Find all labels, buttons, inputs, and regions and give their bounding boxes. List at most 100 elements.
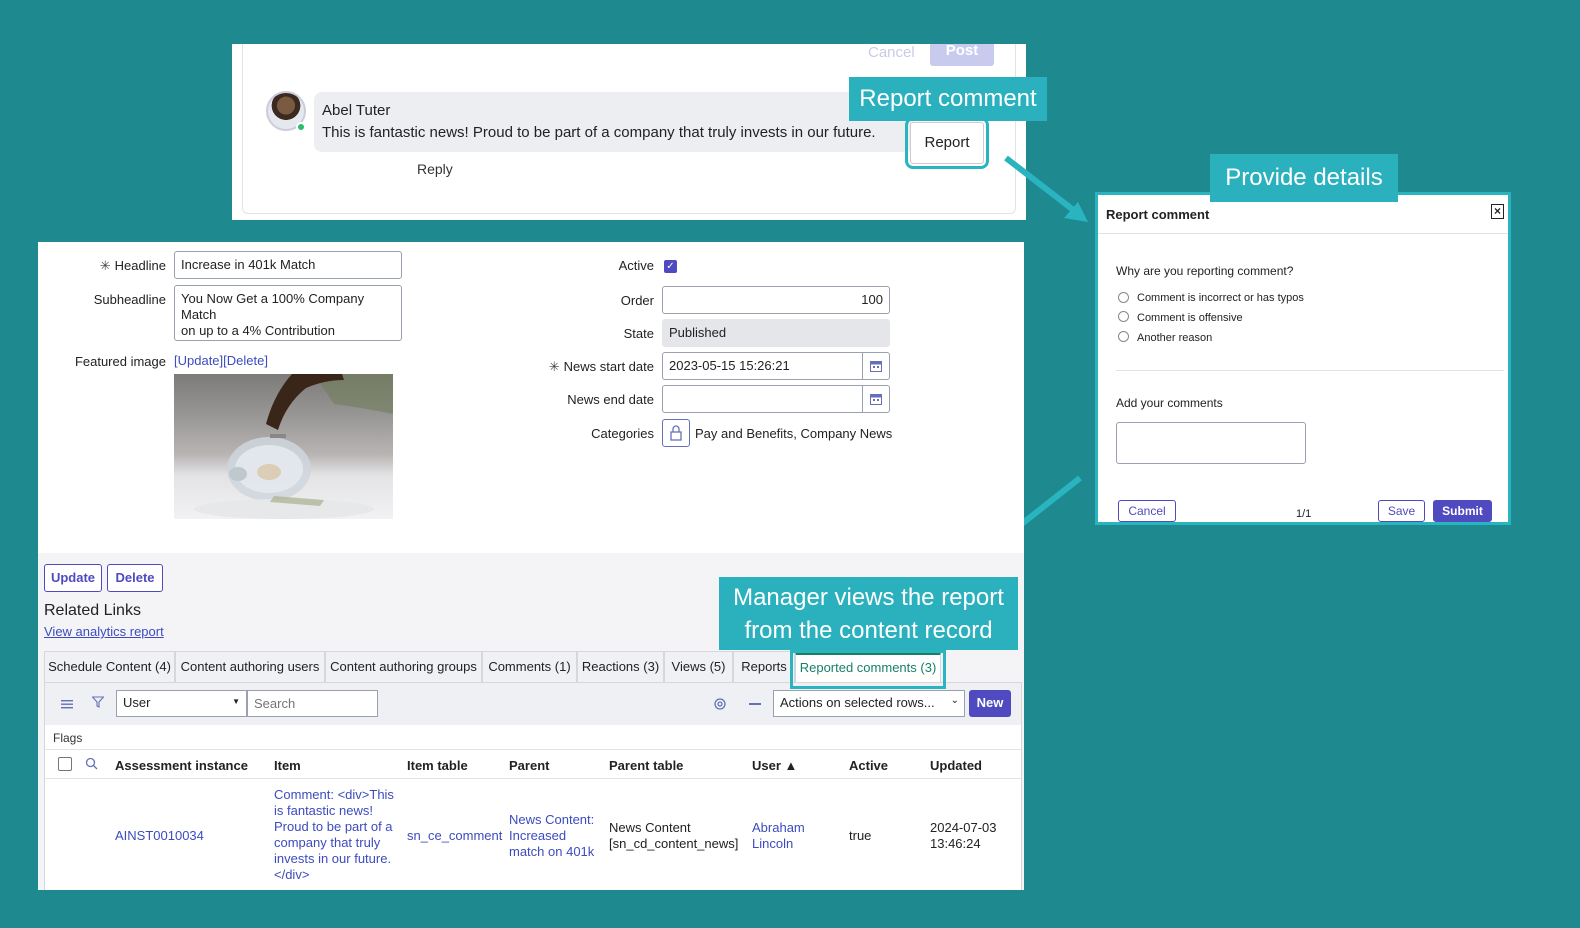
tab-comments[interactable]: Comments (1) [482, 651, 577, 683]
item-link[interactable]: Comment: <div>This is fantastic news! Prou… [274, 787, 394, 883]
filter-field-select[interactable]: User ▼ [116, 690, 247, 717]
featured-image-links: [Update][Delete] [174, 353, 268, 368]
divider [45, 749, 1021, 750]
report-button[interactable]: Report [905, 117, 989, 169]
lock-icon[interactable] [662, 419, 690, 447]
divider [1098, 233, 1508, 234]
post-button[interactable]: Post [930, 43, 994, 66]
user-link[interactable]: Abraham Lincoln [752, 820, 805, 852]
tab-reports[interactable]: Reports [733, 651, 795, 683]
menu-icon[interactable] [61, 697, 73, 712]
active-label: Active [618, 258, 654, 273]
report-comment-dialog: Report comment × Why are you reporting c… [1095, 192, 1511, 525]
content-record-form: ✳ Headline Increase in 401k Match Subhead… [38, 242, 1024, 890]
categories-value: Pay and Benefits, Company News [695, 426, 893, 441]
assessment-link[interactable]: AINST0010034 [115, 828, 204, 844]
dialog-submit-button[interactable]: Submit [1433, 500, 1492, 522]
dialog-cancel-button[interactable]: Cancel [1118, 500, 1176, 522]
select-all-checkbox[interactable] [58, 757, 72, 771]
news-start-label: ✳ News start date [548, 359, 654, 374]
radio-label: Comment is offensive [1137, 312, 1243, 324]
arrow-icon [1004, 155, 1088, 222]
tab-content-authoring-users[interactable]: Content authoring users [175, 651, 325, 683]
subheadline-input[interactable]: You Now Get a 100% Company Match on up to… [174, 285, 402, 341]
divider [1116, 370, 1504, 371]
column-header-user[interactable]: User ▲ [752, 758, 797, 773]
active-value: true [849, 828, 872, 843]
radio-incorrect[interactable] [1118, 292, 1129, 303]
headline-input[interactable]: Increase in 401k Match [174, 251, 402, 279]
active-checkbox[interactable]: ✓ [664, 260, 677, 273]
delete-image-link[interactable]: [Delete] [223, 353, 268, 368]
required-icon: ✳ [99, 258, 111, 273]
state-label: State [623, 326, 654, 341]
tab-highlight [790, 650, 946, 689]
callout-provide-details: Provide details [1210, 154, 1398, 202]
update-button[interactable]: Update [44, 564, 102, 592]
column-header-item-table[interactable]: Item table [407, 758, 468, 773]
cancel-post-button[interactable]: Cancel [868, 44, 915, 61]
column-header-assessment[interactable]: Assessment instance [115, 758, 248, 773]
order-input[interactable]: 100 [662, 286, 890, 314]
comment-panel: Cancel Post Abel Tuter This is fantastic… [232, 43, 1026, 220]
news-start-input[interactable]: 2023-05-15 15:26:21 [662, 352, 863, 380]
column-header-parent-table[interactable]: Parent table [609, 758, 683, 773]
reported-comments-list: User▼ Actions on selected rows...⌄ New F… [44, 682, 1022, 890]
required-icon: ✳ [548, 359, 560, 374]
tab-schedule-content[interactable]: Schedule Content (4) [44, 651, 175, 683]
news-end-label: News end date [567, 392, 654, 407]
filter-icon[interactable] [91, 696, 105, 711]
search-input[interactable] [247, 690, 378, 717]
comment-author: Abel Tuter [322, 102, 391, 119]
radio-label: Comment is incorrect or has typos [1137, 292, 1304, 304]
online-status-icon [296, 122, 306, 132]
tab-reactions[interactable]: Reactions (3) [577, 651, 664, 683]
tab-content-authoring-groups[interactable]: Content authoring groups [325, 651, 482, 683]
calendar-icon[interactable] [863, 385, 890, 413]
radio-another-reason[interactable] [1118, 331, 1129, 342]
column-header-updated[interactable]: Updated [930, 758, 982, 773]
categories-label: Categories [591, 426, 654, 441]
comments-textarea[interactable] [1116, 422, 1306, 464]
state-field: Published [662, 319, 890, 347]
parent-link[interactable]: News Content: Increased match on 401k [509, 812, 594, 860]
related-links-heading: Related Links [44, 602, 141, 619]
divider [45, 778, 1021, 779]
item-table-link[interactable]: sn_ce_comment [407, 828, 502, 844]
settings-icon[interactable] [713, 697, 727, 714]
update-image-link[interactable]: [Update] [174, 353, 223, 368]
featured-image-label: Featured image [74, 354, 166, 369]
actions-select[interactable]: Actions on selected rows... ⌄ [773, 690, 965, 717]
reply-link[interactable]: Reply [417, 161, 453, 177]
updated-value: 2024-07-03 13:46:24 [930, 820, 997, 851]
search-icon[interactable] [85, 757, 98, 773]
order-label: Order [620, 293, 654, 308]
featured-image [174, 374, 393, 519]
comment-bubble [314, 92, 914, 152]
radio-offensive[interactable] [1118, 311, 1129, 322]
tab-views[interactable]: Views (5) [664, 651, 733, 683]
column-header-parent[interactable]: Parent [509, 758, 549, 773]
dialog-question: Why are you reporting comment? [1116, 264, 1294, 278]
comments-label: Add your comments [1116, 396, 1223, 410]
calendar-icon[interactable] [863, 352, 890, 380]
delete-button[interactable]: Delete [107, 564, 163, 592]
column-header-item[interactable]: Item [274, 758, 301, 773]
comment-text: This is fantastic news! Proud to be part… [322, 124, 876, 141]
dialog-title: Report comment [1106, 207, 1210, 222]
chevron-down-icon: ⌄ [950, 695, 959, 706]
close-icon[interactable]: × [1491, 204, 1504, 219]
flags-label: Flags [53, 731, 83, 745]
callout-manager-views: Manager views the report from the content… [719, 577, 1018, 650]
headline-label: ✳ Headline [99, 258, 166, 273]
news-end-input[interactable] [662, 385, 863, 413]
callout-report-comment: Report comment [849, 77, 1047, 121]
collapse-icon[interactable] [749, 703, 761, 705]
new-button[interactable]: New [969, 690, 1011, 717]
dialog-save-button[interactable]: Save [1378, 500, 1425, 522]
caret-down-icon: ▼ [232, 697, 240, 706]
column-header-active[interactable]: Active [849, 758, 888, 773]
view-analytics-link[interactable]: View analytics report [44, 624, 164, 639]
radio-label: Another reason [1137, 332, 1213, 344]
parent-table-value: News Content [sn_cd_content_news] [609, 820, 739, 851]
